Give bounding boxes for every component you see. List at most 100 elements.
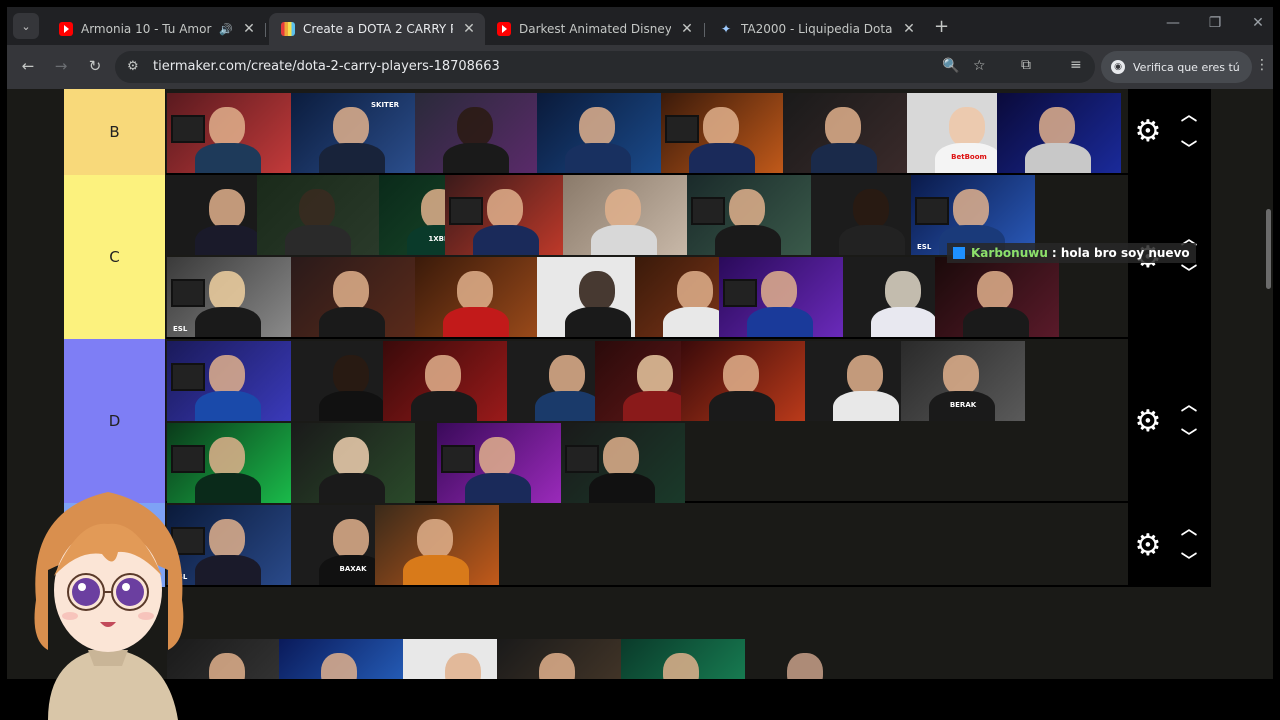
player-tile[interactable]: ESL	[167, 257, 291, 337]
tier-controls-e: ⚙ ︿ ﹀	[1128, 503, 1211, 587]
minimize-icon[interactable]: —	[1163, 15, 1183, 31]
jersey-text: BERAK	[949, 401, 977, 409]
tab-liquipedia[interactable]: ✦ TA2000 - Liquipedia Dota 2 Wiki ✕	[707, 13, 925, 45]
tier-label-text: D	[108, 412, 121, 430]
player-tile[interactable]	[437, 423, 561, 503]
scrollbar-thumb[interactable]	[1266, 209, 1271, 289]
player-tile[interactable]	[291, 257, 415, 337]
player-tile[interactable]	[537, 93, 661, 173]
tab-separator	[704, 23, 705, 37]
tier-controls-d: ⚙ ︿ ﹀	[1128, 339, 1211, 503]
close-icon[interactable]: ✕	[901, 21, 917, 37]
extensions-puzzle-icon[interactable]: ⧉	[1021, 57, 1031, 73]
player-tile[interactable]	[167, 341, 291, 421]
avatar-left-eye	[72, 578, 100, 606]
chevron-up-icon[interactable]: ︿	[1178, 515, 1200, 539]
jersey-text: SKITER	[370, 101, 400, 109]
page-scrollbar[interactable]	[1264, 89, 1273, 679]
player-tile[interactable]	[563, 175, 687, 255]
tab-tiermaker[interactable]: Create a DOTA 2 CARRY PLAYER ✕	[269, 13, 485, 45]
esl-logo: ESL	[173, 325, 188, 333]
close-icon[interactable]: ✕	[241, 21, 257, 37]
jersey-text: BAXAK	[339, 565, 367, 573]
tier-label-d[interactable]: D	[64, 339, 166, 503]
player-tile[interactable]	[681, 341, 805, 421]
speaker-icon[interactable]: 🔊	[219, 23, 233, 36]
pool-tile[interactable]	[745, 639, 869, 679]
player-tile[interactable]	[375, 505, 499, 585]
player-tile[interactable]	[561, 423, 685, 503]
player-tile[interactable]	[445, 175, 569, 255]
chat-username: Karbonuwu	[971, 246, 1048, 260]
reload-icon[interactable]: ↻	[85, 57, 105, 75]
youtube-icon	[59, 22, 73, 36]
vtuber-avatar	[34, 492, 184, 720]
tab-title: Armonia 10 - Tu Amor es u	[81, 22, 213, 36]
player-tile[interactable]	[997, 93, 1121, 173]
player-tile[interactable]	[687, 175, 811, 255]
player-tile[interactable]	[415, 257, 539, 337]
gear-icon[interactable]: ⚙	[1133, 531, 1163, 561]
tab-search-chevron-down-icon[interactable]: ⌄	[13, 13, 39, 39]
gear-icon[interactable]: ⚙	[1133, 117, 1163, 147]
close-icon[interactable]: ✕	[461, 21, 477, 37]
browser-toolbar: ← → ↻ ⚙ tiermaker.com/create/dota-2-carr…	[7, 45, 1273, 89]
chevron-up-icon[interactable]: ︿	[1178, 391, 1200, 415]
tab-separator	[265, 23, 266, 37]
pool-tile[interactable]	[279, 639, 403, 679]
pool-tile[interactable]	[621, 639, 745, 679]
tab-disney[interactable]: Darkest Animated Disney Villain ✕	[485, 13, 703, 45]
chat-badge-icon	[953, 247, 965, 259]
tier-label-text: B	[109, 123, 120, 141]
tab-strip: ⌄ Armonia 10 - Tu Amor es u 🔊 ✕ Create a…	[7, 7, 1273, 45]
chat-message-text: : hola bro soy nuevo	[1051, 246, 1190, 260]
player-tile[interactable]	[415, 93, 539, 173]
tab-armonia[interactable]: Armonia 10 - Tu Amor es u 🔊 ✕	[47, 13, 265, 45]
player-tile[interactable]	[935, 257, 1059, 337]
chevron-up-icon[interactable]: ︿	[1178, 101, 1200, 125]
player-tile[interactable]	[167, 93, 291, 173]
jersey-text: BetBoom	[951, 153, 987, 161]
player-tile[interactable]	[291, 423, 415, 503]
player-tile[interactable]: SKITER	[291, 93, 415, 173]
verify-profile-button[interactable]: ◉ Verifica que eres tú	[1101, 51, 1252, 83]
liquipedia-icon: ✦	[720, 22, 732, 36]
menu-kebab-icon[interactable]: ⋮	[1255, 57, 1269, 73]
tab-title: Create a DOTA 2 CARRY PLAYER	[303, 22, 453, 36]
back-arrow-icon[interactable]: ←	[18, 57, 38, 75]
avatar-right-eye	[116, 578, 144, 606]
zoom-magnifier-icon[interactable]: 🔍	[942, 58, 959, 74]
tier-label-text: C	[109, 248, 120, 266]
new-tab-plus-icon[interactable]: +	[934, 16, 949, 37]
url-text[interactable]: tiermaker.com/create/dota-2-carry-player…	[153, 59, 500, 74]
chevron-down-icon[interactable]: ﹀	[1178, 423, 1200, 447]
profile-icon: ◉	[1111, 60, 1125, 74]
verify-label: Verifica que eres tú	[1133, 60, 1240, 74]
esl-logo: ESL	[917, 243, 932, 251]
tier-label-c[interactable]: C	[64, 175, 166, 339]
window-close-icon[interactable]: ✕	[1248, 15, 1268, 31]
player-tile[interactable]	[783, 93, 907, 173]
tiermaker-icon	[281, 22, 295, 36]
tab-title: TA2000 - Liquipedia Dota 2 Wiki	[741, 22, 893, 36]
stream-chat-message: Karbonuwu : hola bro soy nuevo	[947, 243, 1196, 263]
site-settings-icon[interactable]: ⚙	[127, 59, 139, 74]
player-tile[interactable]	[257, 175, 381, 255]
chevron-down-icon[interactable]: ﹀	[1178, 547, 1200, 571]
player-tile[interactable]: BERAK	[901, 341, 1025, 421]
chevron-down-icon[interactable]: ﹀	[1178, 135, 1200, 159]
media-control-icon[interactable]: ≡	[1070, 57, 1082, 73]
address-bar[interactable]: ⚙ tiermaker.com/create/dota-2-carry-play…	[115, 51, 1095, 83]
tab-title: Darkest Animated Disney Villain	[519, 22, 671, 36]
player-tile[interactable]	[383, 341, 507, 421]
gear-icon[interactable]: ⚙	[1133, 407, 1163, 437]
bookmark-star-icon[interactable]: ☆	[973, 58, 986, 74]
player-tile[interactable]	[661, 93, 785, 173]
restore-icon[interactable]: ❐	[1205, 15, 1225, 31]
forward-arrow-icon[interactable]: →	[51, 57, 71, 75]
close-icon[interactable]: ✕	[679, 21, 695, 37]
pool-tile[interactable]	[497, 639, 621, 679]
youtube-icon	[497, 22, 511, 36]
tier-label-b[interactable]: B	[64, 89, 166, 175]
player-tile[interactable]	[719, 257, 843, 337]
